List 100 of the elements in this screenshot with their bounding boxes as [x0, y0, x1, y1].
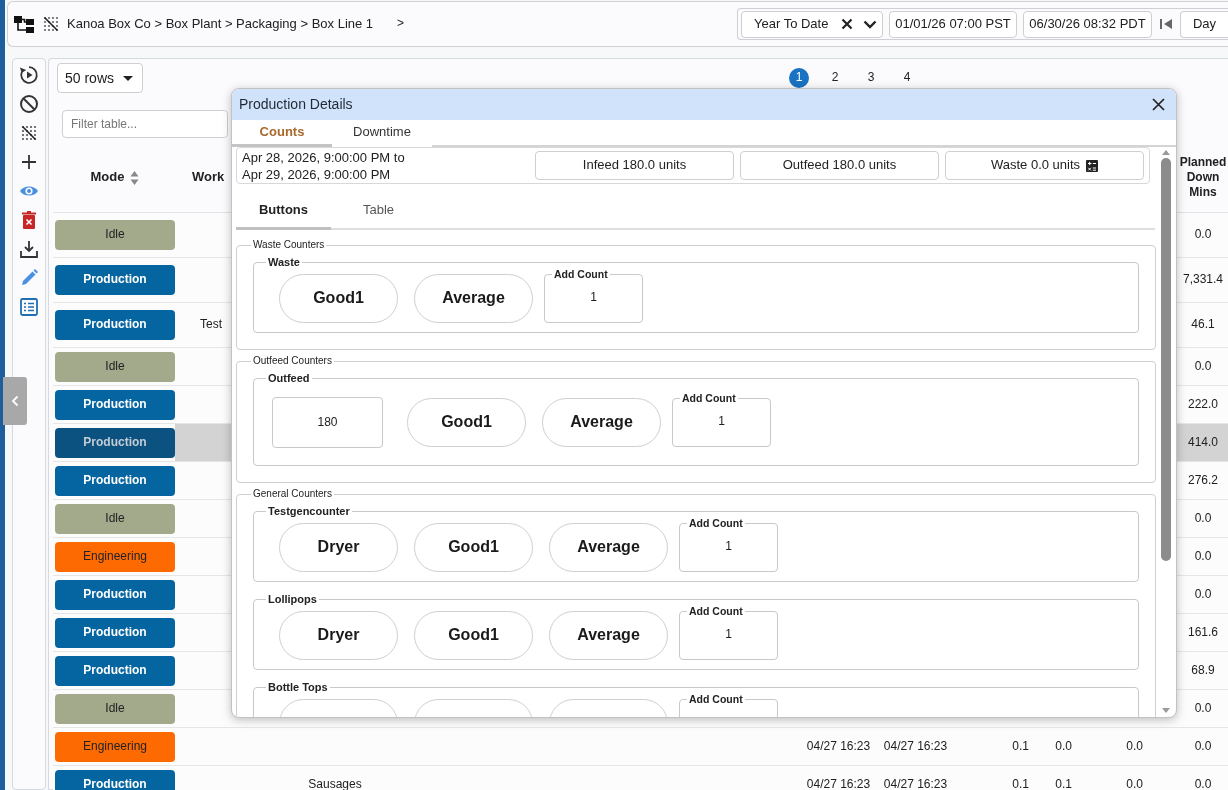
- scroll-up-icon[interactable]: [1162, 150, 1170, 155]
- sort-icon[interactable]: [130, 169, 140, 186]
- crossed-grid-icon[interactable]: [21, 124, 37, 141]
- calculator-icon[interactable]: [1086, 159, 1099, 172]
- ban-icon[interactable]: [19, 93, 39, 114]
- column-header[interactable]: Mode: [90, 169, 125, 186]
- counter-name: Bottle Tops: [267, 681, 329, 693]
- counter-button[interactable]: Average: [549, 523, 668, 572]
- counter-name: Waste: [267, 256, 301, 268]
- start-date-button[interactable]: 01/01/26 07:00 PST: [889, 10, 1017, 38]
- tab[interactable]: Buttons: [236, 190, 331, 230]
- mode-badge: Production: [55, 389, 175, 420]
- counter-button[interactable]: Good1: [407, 398, 526, 447]
- dialog-title: Production Details: [239, 95, 353, 114]
- caret-down-icon[interactable]: [123, 75, 133, 81]
- mode-badge: Production: [55, 769, 175, 790]
- counter-name: Testgencounter: [267, 505, 351, 517]
- cell-value: 46.1: [1191, 317, 1215, 333]
- mode-badge: Engineering: [55, 541, 175, 572]
- add-count-field[interactable]: Add Count 1: [679, 605, 778, 660]
- page-link[interactable]: 4: [897, 68, 917, 88]
- mode-badge: Production: [55, 427, 175, 458]
- mode-badge: Engineering: [55, 731, 175, 762]
- add-count-field[interactable]: Add Count: [679, 693, 778, 717]
- cell-value: 276.2: [1188, 472, 1218, 489]
- cell-value: 0.0: [1126, 738, 1143, 755]
- counter-button[interactable]: Average: [549, 611, 668, 660]
- add-count-field[interactable]: Add Count 1: [672, 392, 771, 447]
- trash-icon[interactable]: [19, 209, 39, 230]
- column-header[interactable]: Planned Down Mins: [1178, 155, 1228, 200]
- close-icon[interactable]: [1152, 98, 1165, 111]
- counter-button[interactable]: Dryer: [279, 611, 398, 660]
- breadcrumb[interactable]: Kanoa Box Co > Box Plant > Packaging > Box Line 1: [67, 15, 374, 33]
- counter-button[interactable]: Good1: [279, 274, 398, 323]
- skip-to-start-icon[interactable]: [1160, 18, 1172, 30]
- page-size-select[interactable]: 50 rows: [57, 63, 143, 93]
- counter-button[interactable]: Average: [414, 274, 533, 323]
- cell-value: Sausages: [308, 776, 362, 790]
- cell-value: Test: [200, 317, 222, 333]
- page-link[interactable]: 1: [789, 68, 809, 88]
- page-link[interactable]: 2: [825, 68, 845, 88]
- hierarchy-icon[interactable]: [14, 15, 34, 33]
- cell-value: 0.0: [1194, 776, 1212, 790]
- cell-value: 414.0: [1188, 434, 1218, 451]
- mode-badge: Idle: [55, 220, 175, 250]
- counter-name: Outfeed: [267, 372, 311, 384]
- cell-value: 04/27 16:23: [883, 738, 948, 755]
- interval-button[interactable]: Day: [1180, 10, 1228, 38]
- download-icon[interactable]: [19, 238, 39, 259]
- counter-name: Lollipops: [267, 593, 318, 605]
- cell-value: 0.1: [1055, 776, 1072, 790]
- total-button[interactable]: Waste 0.0 units: [945, 151, 1144, 180]
- cell-value: 0.1: [1012, 776, 1029, 790]
- cell-value: 68.9: [1191, 662, 1215, 679]
- counter-button[interactable]: Dryer: [279, 523, 398, 572]
- cell-value: 0.1: [1012, 738, 1029, 755]
- cell-value: 0.0: [1194, 586, 1212, 603]
- cell-value: 222.0: [1188, 396, 1218, 413]
- cell-value: 0.0: [1194, 700, 1212, 717]
- cell-value: 0.0: [1055, 738, 1072, 755]
- group-title: Waste Counters: [252, 239, 326, 251]
- date-range-text: Apr 28, 2026, 9:00:00 PM to Apr 29, 2026, 9:00:00 PM: [242, 148, 406, 183]
- replay-icon[interactable]: [19, 64, 39, 85]
- mode-badge: Production: [55, 579, 175, 610]
- cell-value: 161.6: [1188, 624, 1218, 641]
- page-link[interactable]: 3: [861, 68, 881, 88]
- chevron-down-icon[interactable]: [863, 19, 877, 29]
- clear-icon[interactable]: [841, 18, 853, 30]
- list-icon[interactable]: [19, 296, 39, 317]
- counter-button[interactable]: Good1: [414, 523, 533, 572]
- total-button[interactable]: Infeed 180.0 units: [535, 151, 734, 180]
- add-count-field[interactable]: Add Count 1: [679, 517, 778, 572]
- mode-badge: Production: [55, 465, 175, 496]
- tab[interactable]: Table: [331, 190, 426, 230]
- scrollbar-thumb[interactable]: [1161, 158, 1171, 561]
- column-header[interactable]: Work: [192, 169, 225, 186]
- crossed-grid-icon[interactable]: [43, 16, 59, 32]
- counter-button[interactable]: Good1: [414, 611, 533, 660]
- filter-field[interactable]: Filter table...: [62, 110, 228, 138]
- group-title: Outfeed Counters: [252, 355, 333, 367]
- breadcrumb-separator[interactable]: >: [397, 16, 405, 32]
- pencil-icon[interactable]: [19, 267, 39, 288]
- add-count-field[interactable]: Add Count 1: [544, 268, 643, 323]
- mode-badge: Idle: [55, 503, 175, 534]
- cell-value: 04/27 16:23: [806, 738, 871, 755]
- mode-badge: Idle: [55, 351, 175, 382]
- cell-value: 0.0: [1194, 548, 1212, 565]
- cell-value: 7,331.4: [1182, 272, 1223, 288]
- scroll-down-icon[interactable]: [1162, 708, 1170, 713]
- mode-badge: Idle: [55, 693, 175, 724]
- cell-value: 0.0: [1194, 510, 1212, 527]
- range-select[interactable]: Year To Date: [741, 10, 883, 38]
- group-title: General Counters: [252, 488, 333, 500]
- cell-value: 04/27 16:23: [883, 776, 948, 790]
- total-button[interactable]: Outfeed 180.0 units: [740, 151, 939, 180]
- counter-button[interactable]: Average: [542, 398, 661, 447]
- end-date-button[interactable]: 06/30/26 08:32 PDT: [1023, 10, 1152, 38]
- mode-badge: Production: [55, 617, 175, 648]
- cell-value: 0.0: [1126, 776, 1143, 790]
- cell-value: 0.0: [1194, 227, 1212, 243]
